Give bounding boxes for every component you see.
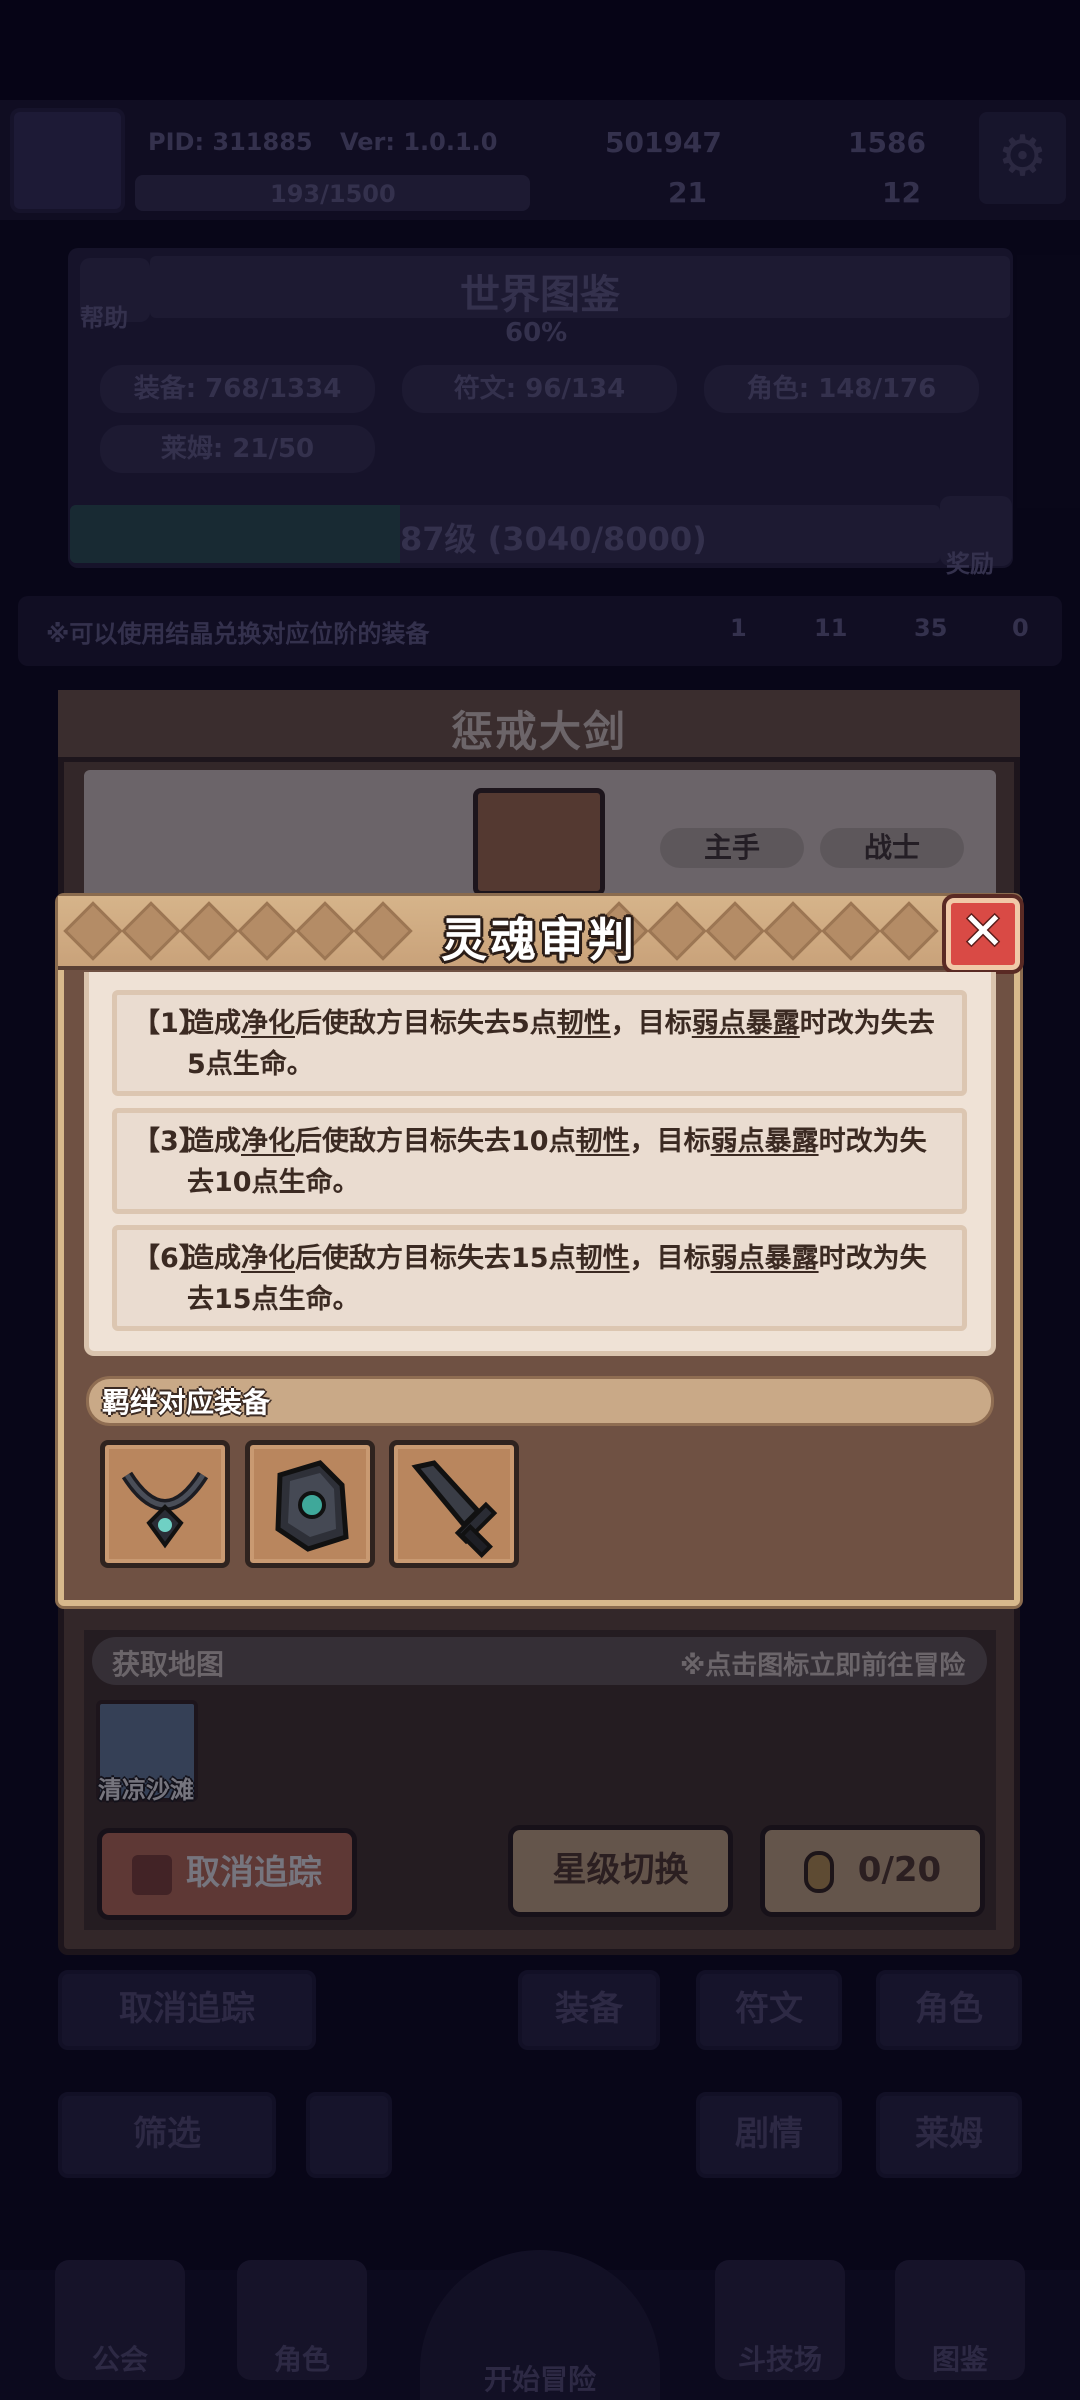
effect-text: 去15点生命。 [187, 1284, 360, 1315]
effect-line: 【3】造成净化后使敌方目标失去10点韧性，目标弱点暴露时改为失 [133, 1121, 948, 1162]
greatsword-graphic [411, 1460, 498, 1558]
tab-story[interactable]: 剧情 [696, 2092, 842, 2178]
nav-codex[interactable]: 图鉴 [895, 2260, 1025, 2380]
stat-runes: 符文: 96/134 [402, 365, 677, 413]
status-area [0, 0, 1080, 100]
level-text: 87级 (3040/8000) [400, 520, 707, 558]
player-avatar[interactable] [10, 108, 125, 213]
game-screen: { "hud": { "pid": "PID: 311885", "versio… [0, 0, 1080, 2400]
untrack-button[interactable]: 取消追踪 [97, 1828, 357, 1920]
keyword-purify[interactable]: 净化 [241, 1008, 295, 1039]
notice-text: ※可以使用结晶兑换对应位阶的装备 [46, 620, 430, 648]
tab-characters[interactable]: 角色 [876, 1970, 1022, 2050]
effect-text: 时改为失 [818, 1126, 927, 1157]
stamina-text: 193/1500 [270, 180, 396, 208]
effect-text: ，目标 [629, 1243, 711, 1274]
nav-character[interactable]: 角色 [237, 2260, 367, 2380]
effect-text: 造成 [187, 1126, 241, 1157]
map-hint: ※点击图标立即前往冒险 [680, 1651, 966, 1681]
nav-guild[interactable]: 公会 [55, 2260, 185, 2380]
untrack-label: 取消追踪 [186, 1853, 322, 1893]
level-bar-fill [70, 505, 400, 563]
keyword-purify[interactable]: 净化 [241, 1126, 295, 1157]
keyword-purify[interactable]: 净化 [241, 1243, 295, 1274]
effect-tier-1: 【1】造成净化后使敌方目标失去5点韧性，目标弱点暴露时改为失去 5点生命。 [112, 990, 967, 1096]
effect-line: 【1】造成净化后使敌方目标失去5点韧性，目标弱点暴露时改为失去 [133, 1003, 948, 1044]
crystal-icon [803, 1850, 834, 1893]
tier-label: 【6】 [133, 1243, 206, 1274]
star-switch-button[interactable]: 星级切换 [508, 1825, 733, 1917]
upgrade-progress-button[interactable]: 0/20 [760, 1825, 985, 1917]
effect-text: 5点生命。 [187, 1049, 314, 1080]
pid-text: PID: 311885 [148, 128, 313, 156]
effect-tier-6: 【6】造成净化后使敌方目标失去15点韧性，目标弱点暴露时改为失 去15点生命。 [112, 1225, 967, 1331]
bg-untrack-button[interactable]: 取消追踪 [58, 1970, 316, 2050]
stat-equipment: 装备: 768/1334 [100, 365, 375, 413]
necklace-graphic [121, 1471, 209, 1549]
version-text: Ver: 1.0.1.0 [340, 128, 498, 156]
gems-text: 1586 [848, 126, 926, 159]
keyword-toughness[interactable]: 韧性 [557, 1008, 611, 1039]
equipment-name: 惩戒大剑 [450, 707, 627, 756]
codex-percent: 60% [505, 318, 568, 348]
filter-button[interactable]: 筛选 [58, 2092, 276, 2178]
effect-line: 【6】造成净化后使敌方目标失去15点韧性，目标弱点暴露时改为失 [133, 1238, 948, 1279]
upgrade-progress-text: 0/20 [857, 1850, 942, 1890]
effect-text: 后使敌方目标失去10点 [295, 1126, 576, 1157]
stat-slimes: 莱姆: 21/50 [100, 425, 375, 473]
effect-text: 时改为失去 [799, 1008, 935, 1039]
popup-title: 灵魂审判 [441, 913, 637, 967]
tier-label: 【3】 [133, 1126, 206, 1157]
keyword-weakness-exposed[interactable]: 弱点暴露 [692, 1008, 800, 1039]
tag-warrior: 战士 [820, 828, 964, 868]
tab-equipment[interactable]: 装备 [518, 1970, 660, 2050]
thumbs-up-icon [132, 1854, 172, 1895]
map-name: 清凉沙滩 [98, 1776, 194, 1804]
item-b-text: 12 [882, 176, 921, 209]
crystal-4-count: 0 [1012, 614, 1029, 642]
effect-text: 造成 [187, 1008, 241, 1039]
gauntlet-icon[interactable] [245, 1440, 375, 1568]
weapon-icon [473, 788, 605, 896]
keyword-toughness[interactable]: 韧性 [576, 1243, 630, 1274]
tab-slimes[interactable]: 莱姆 [876, 2092, 1022, 2178]
tab-runes[interactable]: 符文 [696, 1970, 842, 2050]
effect-text: 后使敌方目标失去5点 [295, 1008, 557, 1039]
keyword-weakness-exposed[interactable]: 弱点暴露 [711, 1126, 819, 1157]
item-a-text: 21 [668, 176, 707, 209]
effect-text: 去10点生命。 [187, 1167, 360, 1198]
necklace-icon[interactable] [100, 1440, 230, 1568]
tag-main-hand: 主手 [660, 828, 804, 868]
greatsword-icon[interactable] [389, 1440, 519, 1568]
bond-equipment-label: 羁绊对应装备 [102, 1386, 271, 1419]
codex-title: 世界图鉴 [460, 272, 620, 318]
effect-text: 后使敌方目标失去15点 [295, 1243, 576, 1274]
keyword-toughness[interactable]: 韧性 [576, 1126, 630, 1157]
crystal-1-count: 1 [730, 614, 747, 642]
settings-gear-icon[interactable]: ⚙ [975, 108, 1070, 208]
crystal-2-count: 11 [814, 614, 848, 642]
reward-label: 奖励 [946, 550, 994, 578]
tier-label: 【1】 [133, 1008, 206, 1039]
nav-start-adventure[interactable]: 开始冒险 [440, 2280, 640, 2400]
effect-text: 造成 [187, 1243, 241, 1274]
effect-text: 时改为失 [818, 1243, 927, 1274]
effect-tier-3: 【3】造成净化后使敌方目标失去10点韧性，目标弱点暴露时改为失 去10点生命。 [112, 1108, 967, 1214]
bg-untrack-label: 取消追踪 [119, 1989, 255, 2029]
effect-text: ，目标 [610, 1008, 692, 1039]
nav-arena[interactable]: 斗技场 [715, 2260, 845, 2380]
effect-text: ，目标 [629, 1126, 711, 1157]
map-section-label: 获取地图 [112, 1648, 225, 1681]
stat-characters: 角色: 148/176 [704, 365, 979, 413]
coins-text: 501947 [605, 126, 722, 159]
gauntlet-graphic [275, 1460, 349, 1552]
close-icon[interactable]: ✕ [946, 898, 1020, 970]
refresh-icon[interactable] [306, 2092, 392, 2178]
crystal-3-count: 35 [914, 614, 948, 642]
keyword-weakness-exposed[interactable]: 弱点暴露 [711, 1243, 819, 1274]
